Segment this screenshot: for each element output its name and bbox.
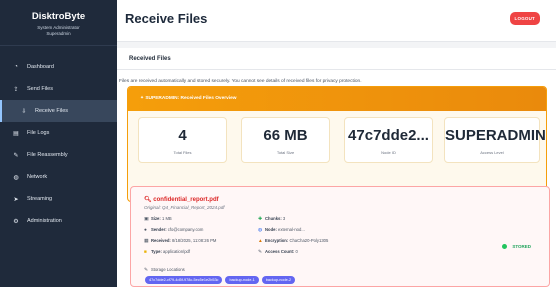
- logs-icon: ▤: [13, 130, 19, 137]
- sidebar-item-network[interactable]: ◍ Network: [0, 166, 117, 188]
- file-encryption-value: ChaCha20-Poly1305: [289, 238, 329, 243]
- user-icon: ●: [144, 228, 147, 233]
- file-access-value: 0: [295, 249, 298, 254]
- sidebar-item-label: File Reassembly: [27, 152, 68, 158]
- stat-value: 4: [178, 127, 187, 144]
- sidebar-item-label: Network: [27, 174, 48, 180]
- file-type-value: application/pdf: [163, 249, 191, 254]
- file-size-row: ▣ Size: 1 MB: [144, 216, 172, 222]
- location-pill[interactable]: backup-node-2: [261, 276, 296, 284]
- file-access-label: Access Count:: [265, 249, 295, 254]
- overview-header: ✦ SUPERADMIN: Received Files Overview: [128, 87, 546, 111]
- eye-icon: ✎: [258, 250, 263, 255]
- sidebar-item-send-files[interactable]: ⇪ Send Files: [0, 78, 117, 100]
- download-icon: ⇩: [21, 108, 27, 115]
- sidebar-nav: ◔ Dashboard ⇪ Send Files ⇩ Receive Files…: [0, 56, 117, 232]
- page-title: Receive Files: [125, 11, 208, 26]
- file-name: 🔍︎ confidential_report.pdf: [144, 196, 219, 203]
- brand-title: DisktroByte: [31, 11, 86, 22]
- panel-title: Received Files: [117, 48, 556, 70]
- status-badge: STORED: [502, 244, 531, 250]
- file-size-value: 1 MB: [161, 216, 172, 221]
- pin-icon: ✎: [144, 268, 149, 273]
- received-files-panel: Received Files Files are received automa…: [117, 48, 556, 287]
- location-pill[interactable]: backup-node-1: [225, 276, 259, 284]
- file-encryption-label: Encryption:: [265, 238, 289, 243]
- dashboard-icon: ◔: [14, 64, 18, 70]
- sidebar-item-label: Send Files: [27, 86, 53, 92]
- stat-label: Node ID: [381, 150, 396, 155]
- stream-icon: ➤: [13, 196, 19, 203]
- file-node-label: Node:: [265, 227, 277, 232]
- storage-locations-label: ✎ Storage Locations: [144, 267, 185, 273]
- file-name-text: confidential_report.pdf: [153, 197, 219, 203]
- location-pill[interactable]: 47c7dde2-cf79-4d5f-978c-5ec5e1e2b53c: [145, 276, 223, 284]
- sidebar: DisktroByte System Administrator Superad…: [0, 0, 117, 287]
- stat-total-size: 66 MB Total Size: [241, 117, 330, 163]
- logout-button[interactable]: LOGOUT: [509, 12, 540, 25]
- stat-access-level: SUPERADMIN Access Level: [444, 117, 546, 163]
- status-dot-icon: [502, 244, 508, 250]
- search-icon: 🔍︎: [144, 197, 154, 203]
- file-received-row: ▦ Received: 8/18/2025, 11:08:26 PM: [144, 238, 216, 244]
- file-sender-value: cfo@company.com: [167, 227, 204, 232]
- gear-icon: ⚙: [13, 218, 19, 225]
- file-received-label: Received:: [151, 238, 171, 243]
- file-chunks-value: 3: [282, 216, 286, 221]
- file-type-row: ■ Type: application/pdf: [144, 249, 190, 255]
- brand-role: Superadmin: [46, 31, 71, 36]
- file-received-value: 8/18/2025, 11:08:26 PM: [171, 238, 217, 243]
- sidebar-item-dashboard[interactable]: ◔ Dashboard: [0, 56, 117, 78]
- stat-value: 47c7dde2...: [348, 127, 429, 144]
- file-chunks-row: ✚ Chunks: 3: [258, 216, 285, 222]
- overview-card: ✦ SUPERADMIN: Received Files Overview 4 …: [127, 86, 547, 202]
- storage-locations: 47c7dde2-cf79-4d5f-978c-5ec5e1e2b53c bac…: [145, 276, 296, 284]
- globe-icon: ◍: [258, 228, 263, 233]
- folder-icon: ■: [144, 250, 147, 255]
- file-type-label: Type:: [151, 249, 162, 254]
- sidebar-item-label: Receive Files: [35, 108, 69, 114]
- file-sender-row: ● Sender: cfo@company.com: [144, 227, 203, 233]
- stat-value: SUPERADMIN: [445, 127, 546, 144]
- stat-label: Access Level: [480, 150, 504, 155]
- stat-node-id: 47c7dde2... Node ID: [344, 117, 433, 163]
- stat-label: Total Size: [276, 150, 295, 155]
- sidebar-item-file-logs[interactable]: ▤ File Logs: [0, 122, 117, 144]
- file-node-row: ◍ Node: external-nod...: [258, 227, 305, 233]
- sidebar-item-receive-files[interactable]: ⇩ Receive Files: [0, 100, 117, 122]
- file-sender-label: Sender:: [151, 227, 167, 232]
- file-size-label: Size:: [151, 216, 161, 221]
- lock-icon: ▲: [258, 239, 263, 244]
- storage-locations-text: Storage Locations: [151, 267, 185, 272]
- disk-icon: ▣: [144, 217, 149, 222]
- globe-icon: ◍: [13, 174, 19, 181]
- upload-icon: ⇪: [13, 86, 19, 93]
- puzzle-icon: ✎: [13, 152, 19, 159]
- sidebar-item-label: Streaming: [27, 196, 53, 202]
- file-chunks-label: Chunks:: [265, 216, 282, 221]
- stat-value: 66 MB: [263, 127, 308, 144]
- sidebar-item-label: Dashboard: [27, 64, 54, 70]
- sidebar-item-administration[interactable]: ⚙ Administration: [0, 210, 117, 232]
- file-original-name: Original: Q4_Financial_Report_2024.pdf: [144, 205, 225, 210]
- overview-title: SUPERADMIN: Received Files Overview: [145, 96, 237, 101]
- file-encryption-row: ▲ Encryption: ChaCha20-Poly1305: [258, 238, 328, 244]
- stat-total-files: 4 Total Files: [138, 117, 227, 163]
- sidebar-item-file-reassembly[interactable]: ✎ File Reassembly: [0, 144, 117, 166]
- calendar-icon: ▦: [144, 239, 149, 244]
- received-file-card[interactable]: 🔍︎ confidential_report.pdf Original: Q4_…: [130, 186, 550, 287]
- file-access-row: ✎ Access Count: 0: [258, 249, 298, 255]
- sidebar-item-label: Administration: [27, 218, 62, 224]
- status-text: STORED: [512, 244, 531, 249]
- sidebar-item-label: File Logs: [27, 130, 50, 136]
- stat-label: Total Files: [173, 150, 192, 155]
- sidebar-item-streaming[interactable]: ➤ Streaming: [0, 188, 117, 210]
- privacy-info-text: Files are received automatically and sto…: [119, 79, 362, 84]
- file-node-value: external-nod...: [278, 227, 305, 232]
- puzzle-icon: ✚: [258, 217, 263, 222]
- topbar: Receive Files LOGOUT: [117, 0, 556, 42]
- brand: DisktroByte System Administrator Superad…: [0, 0, 117, 46]
